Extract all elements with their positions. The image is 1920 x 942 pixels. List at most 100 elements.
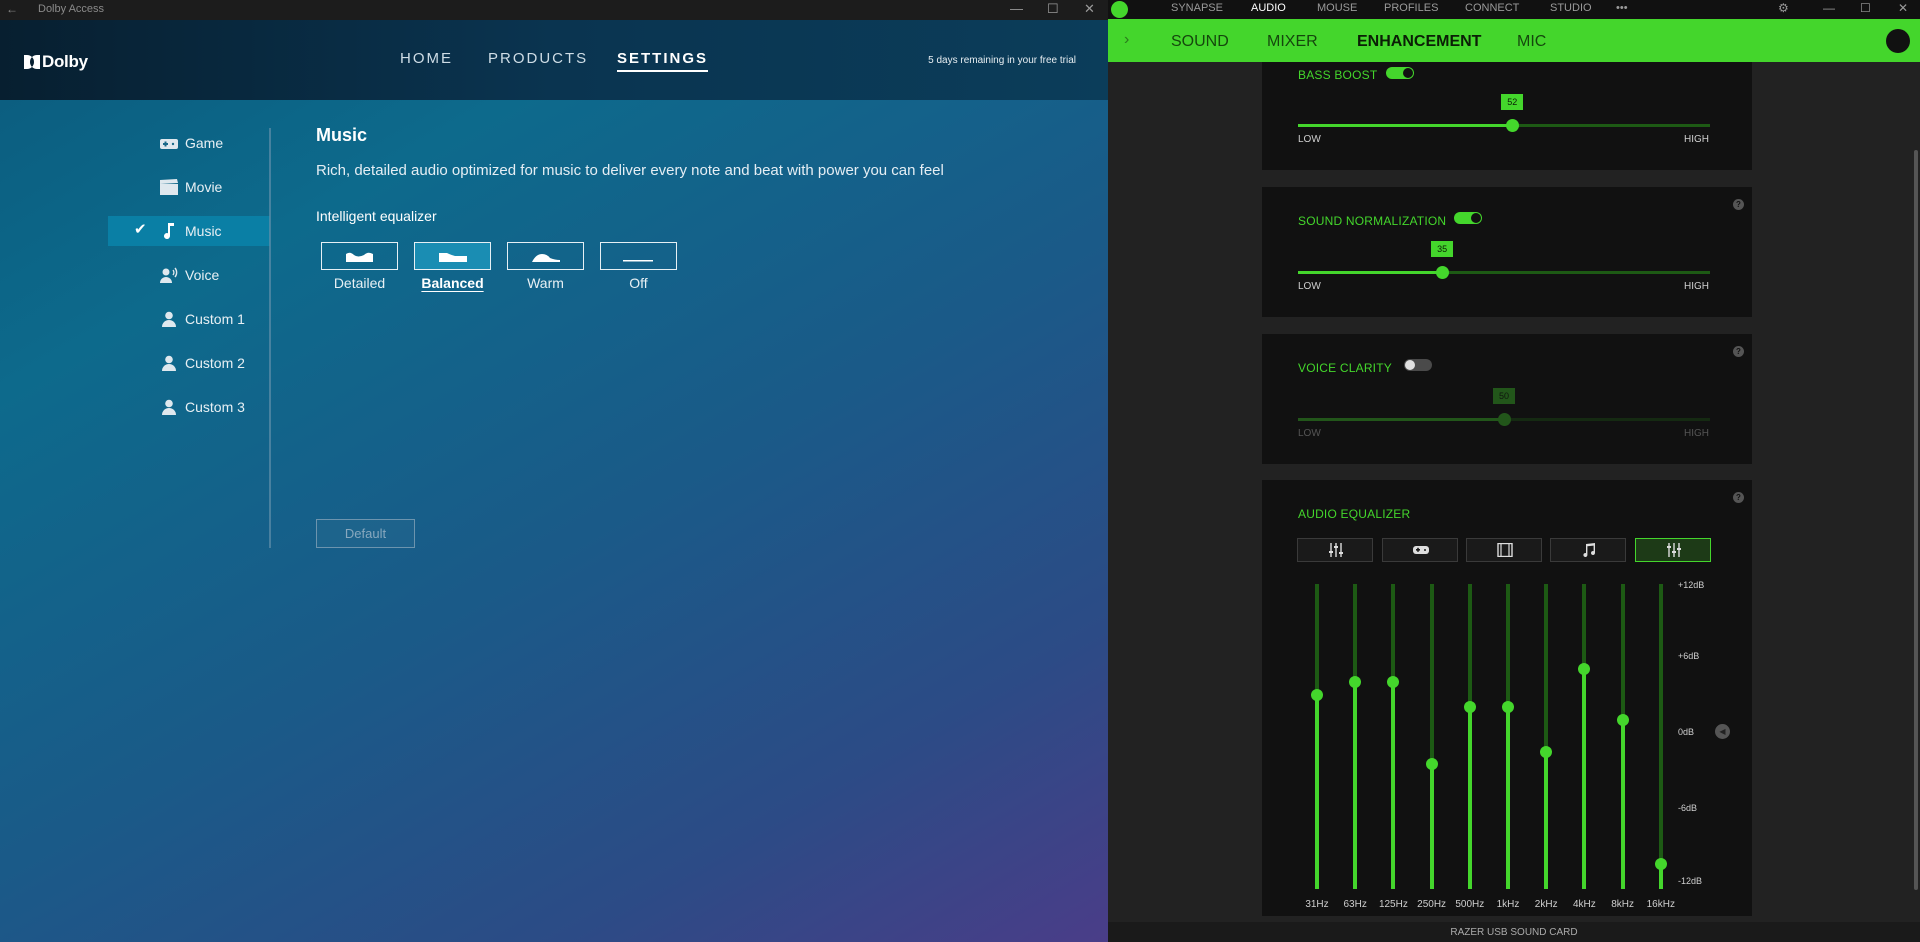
tab-mouse[interactable]: MOUSE (1317, 2, 1357, 14)
reset-zero-icon[interactable]: ◀ (1715, 724, 1730, 739)
eq-band-slider[interactable] (1349, 584, 1362, 889)
eq-band-fill (1506, 707, 1510, 889)
slider-thumb[interactable] (1498, 413, 1511, 426)
eq-preset-movie-button[interactable] (1466, 538, 1542, 562)
sound-normalization-slider[interactable] (1298, 266, 1710, 279)
close-icon[interactable]: ✕ (1084, 1, 1095, 17)
tab-audio[interactable]: AUDIO (1251, 2, 1286, 14)
eq-band-slider[interactable] (1578, 584, 1591, 889)
eq-curve-off-icon (623, 260, 653, 262)
sidebar-item-game[interactable]: Game (108, 128, 270, 158)
eq-band-label: 4kHz (1572, 899, 1596, 910)
eq-band-thumb[interactable] (1540, 745, 1553, 758)
settings-gear-icon[interactable]: ⚙ (1778, 1, 1789, 15)
high-label: HIGH (1684, 134, 1709, 145)
eq-band-slider[interactable] (1654, 584, 1667, 889)
tab-mic[interactable]: MIC (1517, 33, 1546, 51)
sidebar-item-music[interactable]: ✔ Music (108, 216, 270, 246)
slider-value-badge: 50 (1493, 388, 1515, 404)
tab-enhancement[interactable]: ENHANCEMENT (1357, 33, 1481, 51)
eq-band-thumb[interactable] (1311, 688, 1323, 701)
preset-off-button[interactable] (600, 242, 677, 270)
profile-description: Rich, detailed audio optimized for music… (316, 162, 944, 179)
eq-band-fill (1315, 694, 1319, 889)
eq-preset-music-button[interactable] (1550, 538, 1626, 562)
more-icon[interactable]: ••• (1616, 2, 1628, 14)
eq-band-fill (1353, 681, 1358, 889)
tab-mixer[interactable]: MIXER (1267, 33, 1318, 51)
sidebar-item-custom-3[interactable]: Custom 3 (108, 392, 270, 422)
preset-label: Warm (527, 275, 564, 291)
eq-band-slider[interactable] (1502, 584, 1514, 889)
eq-band-thumb[interactable] (1463, 701, 1476, 714)
help-icon[interactable]: ? (1733, 346, 1744, 357)
eq-band-slider[interactable] (1463, 584, 1476, 889)
help-icon[interactable]: ? (1733, 199, 1744, 210)
maximize-icon[interactable]: ☐ (1860, 1, 1871, 15)
voice-icon (160, 267, 178, 283)
db-label: -12dB (1678, 876, 1703, 886)
eq-preset-game-button[interactable] (1382, 538, 1458, 562)
preset-warm-button[interactable] (507, 242, 584, 270)
high-label: HIGH (1684, 428, 1709, 439)
voice-clarity-toggle[interactable] (1404, 359, 1432, 371)
voice-clarity-card: VOICE CLARITY ? 50 LOW HIGH (1262, 334, 1752, 464)
voice-clarity-slider[interactable] (1298, 413, 1710, 426)
db-label: -6dB (1678, 803, 1698, 813)
eq-preset-default-button[interactable] (1297, 538, 1373, 562)
eq-band-slider[interactable] (1311, 584, 1323, 889)
minimize-icon[interactable]: — (1010, 1, 1023, 16)
help-icon[interactable]: ? (1733, 492, 1744, 503)
eq-band-label: 63Hz (1343, 899, 1367, 910)
eq-band-thumb[interactable] (1654, 857, 1667, 870)
tab-synapse[interactable]: SYNAPSE (1171, 2, 1223, 14)
nav-settings[interactable]: SETTINGS (617, 50, 709, 72)
chevron-right-icon[interactable]: › (1124, 31, 1129, 49)
low-label: LOW (1298, 281, 1321, 292)
checkmark-icon: ✔ (134, 221, 147, 238)
close-icon[interactable]: ✕ (1898, 1, 1908, 15)
tab-studio[interactable]: STUDIO (1550, 2, 1592, 14)
scrollbar[interactable] (1914, 150, 1918, 890)
eq-band-slider[interactable] (1616, 584, 1629, 889)
slider-thumb[interactable] (1506, 119, 1520, 132)
maximize-icon[interactable]: ☐ (1047, 1, 1059, 17)
eq-band-thumb[interactable] (1349, 675, 1362, 688)
nav-home[interactable]: HOME (400, 50, 453, 67)
slider-value-badge: 35 (1431, 241, 1454, 257)
tab-connect[interactable]: CONNECT (1465, 2, 1519, 14)
eq-preset-custom-button[interactable] (1635, 538, 1711, 562)
card-title: SOUND NORMALIZATION (1298, 214, 1447, 228)
sidebar-item-custom-1[interactable]: Custom 1 (108, 304, 270, 334)
minimize-icon[interactable]: — (1823, 1, 1835, 15)
back-arrow-icon[interactable]: ← (6, 2, 18, 16)
preset-label: Balanced (421, 275, 484, 291)
bass-boost-toggle[interactable] (1386, 67, 1414, 79)
eq-band-slider[interactable] (1425, 584, 1438, 889)
eq-band-label: 2kHz (1534, 899, 1558, 910)
default-button[interactable]: Default (316, 519, 415, 548)
preset-detailed-button[interactable] (321, 242, 398, 270)
eq-band-label: 250Hz (1417, 899, 1447, 910)
sound-normalization-card: SOUND NORMALIZATION ? 35 LOW HIGH (1262, 187, 1752, 317)
nav-products[interactable]: PRODUCTS (488, 50, 588, 67)
sidebar-item-voice[interactable]: Voice (108, 260, 270, 290)
custom-sliders-icon (1667, 543, 1681, 557)
window-title: Dolby Access (38, 3, 105, 15)
eq-band-thumb[interactable] (1616, 713, 1629, 726)
device-name: RAZER USB SOUND CARD (1108, 922, 1920, 942)
eq-band-slider[interactable] (1540, 584, 1553, 889)
tab-profiles[interactable]: PROFILES (1384, 2, 1438, 14)
bass-boost-slider[interactable] (1298, 119, 1710, 132)
tab-sound[interactable]: SOUND (1171, 33, 1229, 51)
avatar[interactable] (1886, 29, 1910, 53)
sound-normalization-toggle[interactable] (1454, 212, 1482, 224)
eq-band-slider[interactable] (1387, 584, 1400, 889)
sidebar-item-custom-2[interactable]: Custom 2 (108, 348, 270, 378)
slider-thumb[interactable] (1436, 266, 1450, 279)
preset-balanced-button[interactable] (414, 242, 491, 270)
db-label: +6dB (1678, 651, 1700, 661)
sidebar-item-movie[interactable]: Movie (108, 172, 270, 202)
db-label: 0dB (1678, 727, 1695, 737)
eq-band-thumb[interactable] (1425, 758, 1438, 771)
